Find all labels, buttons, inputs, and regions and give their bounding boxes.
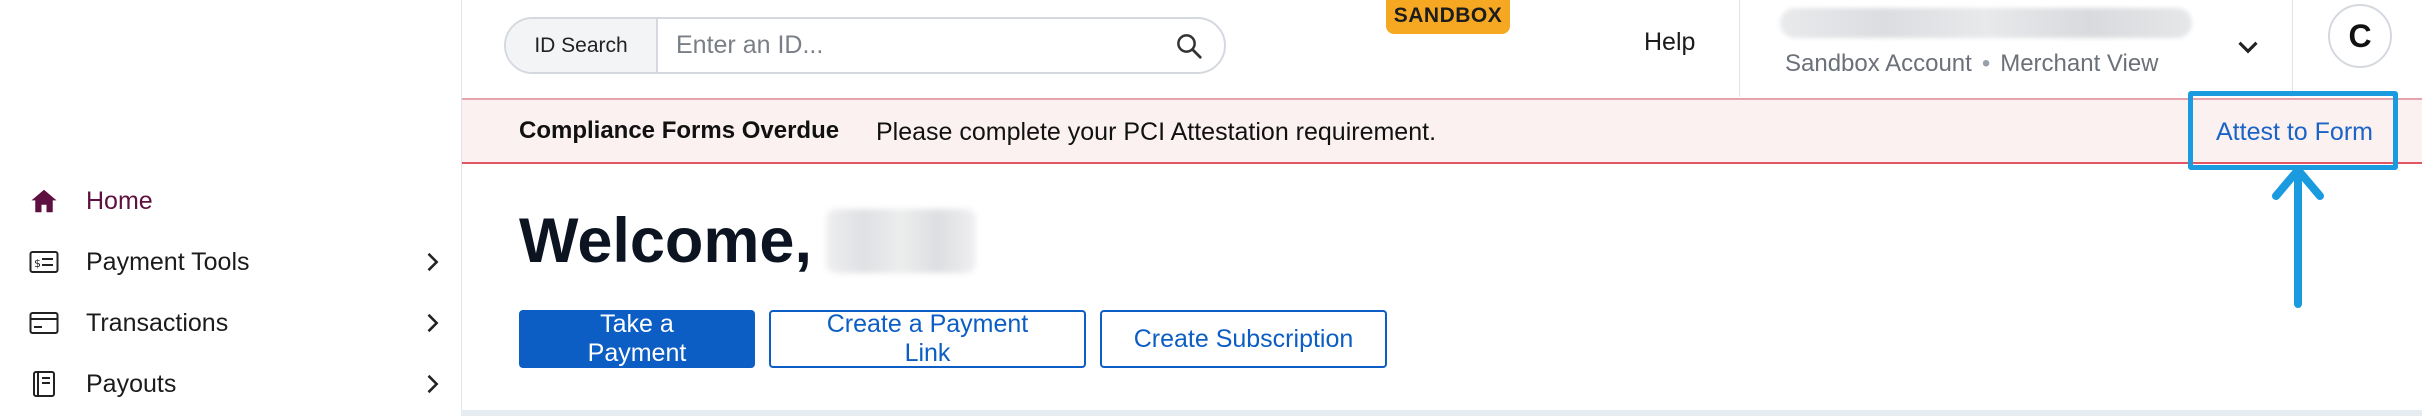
compliance-banner: Compliance Forms Overdue Please complete…	[462, 98, 2422, 164]
banner-message: Please complete your PCI Attestation req…	[876, 118, 1437, 146]
sandbox-badge: SANDBOX	[1386, 0, 1510, 34]
sidebar-item-payouts[interactable]: Payouts	[26, 360, 446, 408]
welcome-heading: Welcome,	[519, 205, 976, 277]
search-input[interactable]	[658, 19, 1154, 72]
ledger-icon	[26, 366, 62, 402]
search-icon	[1177, 33, 1202, 59]
sidebar-item-label: Payment Tools	[86, 247, 250, 276]
top-bar: ID Search SANDBOX Help Sandbox Account • M…	[462, 0, 2422, 97]
welcome-text: Welcome,	[519, 206, 812, 276]
sidebar-item-label: Transactions	[86, 308, 229, 337]
banner-title: Compliance Forms Overdue	[519, 117, 840, 144]
help-link[interactable]: Help	[1644, 28, 1695, 57]
create-payment-link-button[interactable]: Create a Payment Link	[769, 310, 1086, 368]
separator-dot: •	[1981, 50, 1991, 77]
id-search: ID Search	[504, 17, 1226, 74]
search-button[interactable]	[1154, 19, 1224, 72]
main-content: ID Search SANDBOX Help Sandbox Account • M…	[461, 0, 2422, 412]
annotation-highlight-box	[2188, 91, 2398, 170]
sidebar-item-label: Home	[86, 186, 153, 215]
home-icon	[26, 183, 62, 219]
content-bottom-edge	[461, 410, 2422, 416]
account-switcher[interactable]: Sandbox Account • Merchant View	[1740, 0, 2292, 97]
create-subscription-button[interactable]: Create Subscription	[1100, 310, 1387, 368]
chevron-right-icon	[427, 252, 439, 272]
sidebar-item-payment-tools[interactable]: $ Payment Tools	[26, 238, 446, 286]
chevron-right-icon	[427, 374, 439, 394]
sidebar: Home $ Payment Tools Transactions Payout…	[0, 0, 461, 416]
quick-actions: Take a Payment Create a Payment Link Cre…	[519, 310, 1387, 368]
sidebar-item-label: Payouts	[86, 369, 177, 398]
payment-card-icon: $	[26, 244, 62, 280]
chevron-right-icon	[427, 313, 439, 333]
avatar[interactable]: C	[2328, 4, 2392, 68]
divider	[2292, 0, 2293, 97]
account-name-redacted	[1780, 8, 2192, 38]
sidebar-item-home[interactable]: Home	[26, 177, 446, 225]
take-payment-button[interactable]: Take a Payment	[519, 310, 755, 368]
user-name-redacted	[825, 209, 976, 273]
account-type: Sandbox Account	[1785, 50, 1972, 77]
account-subtitle: Sandbox Account • Merchant View	[1785, 50, 2159, 78]
credit-card-icon	[26, 305, 62, 341]
svg-text:$: $	[34, 257, 41, 270]
account-view: Merchant View	[2000, 50, 2159, 77]
chevron-down-icon[interactable]	[2231, 30, 2265, 64]
sidebar-item-transactions[interactable]: Transactions	[26, 299, 446, 347]
search-type-selector[interactable]: ID Search	[506, 19, 658, 72]
annotation-arrow-icon	[2272, 166, 2324, 308]
